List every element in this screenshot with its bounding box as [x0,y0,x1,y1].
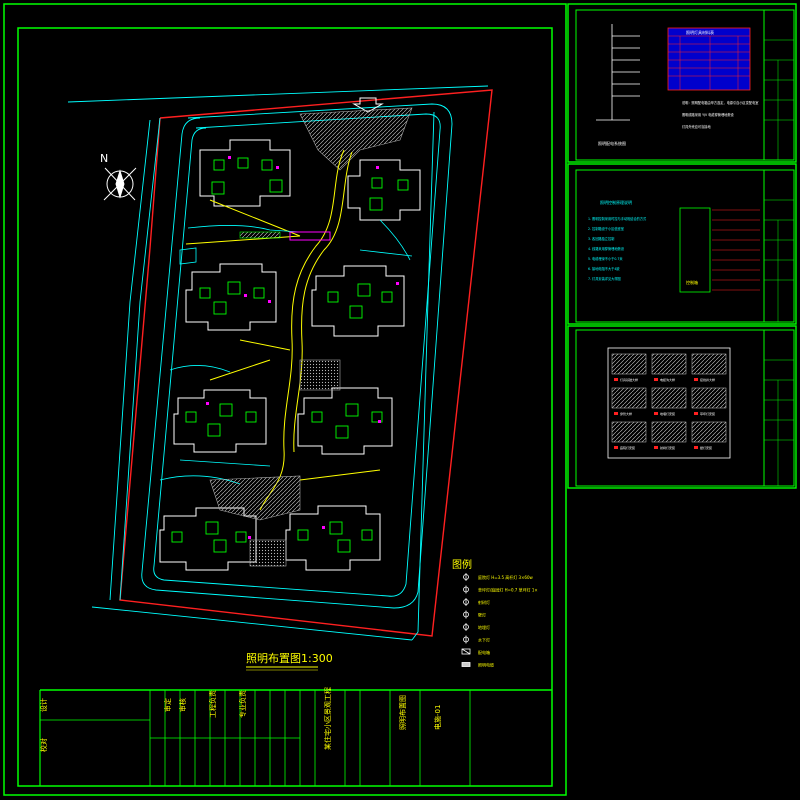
legend-item-lamp-b: 草坪灯/庭园灯 H=0.7 草坪灯 1× [463,585,538,594]
legend-title: 图例 [452,558,472,571]
legend-item-lamp-c: 射树灯 [463,598,490,606]
sheet-c: 灯具基础大样 电缆沟大样 接线井大样穿管大样 地埋灯安装 草坪灯安装庭院灯安装 射树灯安装… [567,325,797,489]
central-plaza [299,359,341,391]
sheet-b-note: 7. 灯具安装详见大样图 [588,276,621,281]
detail-label: 电缆沟大样 [660,377,675,382]
lamp-c-icon [463,598,469,606]
sheet-a-note: 说明：照明配电箱由甲方选定，电源引自小区变配电室 [682,100,759,105]
legend-item-label: 庭院灯 H=3.5 高杆灯 3×60w [478,574,534,580]
sheet-b-note: 6. 接地电阻不大于4欧 [588,266,620,271]
legend-item-lamp-a: 庭院灯 H=3.5 高杆灯 3×60w [463,573,534,581]
lower-plaza [209,475,301,521]
legend-items: 庭院灯 H=3.5 高杆灯 3×60w 草坪灯/庭园灯 H=0.7 草坪灯 1× 射… [461,573,538,668]
sheet-a: 照明配电系统图 照明灯具材料表 说明：照明配电箱由甲方选定，电源引自小区变配电室… [567,3,797,163]
detail-label: 庭院灯安装 [620,445,635,450]
lamp-b-icon [463,585,469,594]
title-block-designer: 设计 [39,698,48,712]
legend-item-label: 射树灯 [478,599,490,605]
detail-label: 穿管大样 [620,411,632,416]
lamp-e-icon [463,623,469,631]
title-block-drawing-no: 电施-01 [433,705,442,730]
svg-text:照明灯具材料表: 照明灯具材料表 [686,29,714,35]
svg-text:审核: 审核 [178,698,187,712]
svg-text:照明配电系统图: 照明配电系统图 [598,140,626,146]
detail-label: 接线井大样 [700,377,715,382]
entrance-plaza [299,107,413,171]
svg-text:审定: 审定 [163,698,172,712]
detail-drawing: 接线井大样 [691,353,727,382]
bar-icon [461,662,471,667]
legend-item-label: 照明电缆 [478,662,494,668]
sheet-b-note: 3. 各回路独立控制 [588,236,614,241]
detail-drawing: 地埋灯安装 [651,387,687,416]
legend-item-label: 水下灯 [478,637,490,643]
detail-drawing: 电缆沟大样 [651,353,687,382]
detail-drawing: 灯具基础大样 [611,353,647,382]
legend: 图例 庭院灯 H=3.5 高杆灯 3×60w 草坪灯/庭园灯 H=0.7 草坪灯 … [452,558,538,668]
detail-drawing: 射树灯安装 [651,421,687,450]
sheet-b-note: 4. 线路采用穿管埋地敷设 [588,246,625,251]
detail-label: 壁灯安装 [700,445,712,450]
detail-label: 草坪灯安装 [700,411,715,416]
lamp-a-icon [463,573,469,581]
sheet-b-note: 5. 电缆埋深不小于0.7米 [588,256,623,261]
legend-item-label: 草坪灯/庭园灯 H=0.7 草坪灯 1× [478,587,538,593]
detail-label: 地埋灯安装 [660,411,675,416]
detail-drawing: 庭院灯安装 [611,421,647,450]
svg-text:工程负责: 工程负责 [208,690,217,718]
detail-label: 灯具基础大样 [620,377,638,382]
main-sheet-border [17,27,553,787]
north-arrow-icon [103,167,137,201]
svg-text:专业负责: 专业负责 [238,690,247,718]
north-label: N [100,152,108,165]
title-block-project: 某住宅小区景观工程 [323,687,332,750]
svg-text:照明控制原理说明: 照明控制原理说明 [600,199,632,205]
legend-item-bar: 照明电缆 [461,662,494,668]
legend-item-lamp-f: 水下灯 [463,635,490,644]
lamp-f-icon [463,635,469,644]
title-block-checker: 校对 [39,738,48,752]
sheet-b-note: 1. 照明控制采用时控与手动相结合的方式 [588,216,647,221]
cad-drawing-canvas: N 照明布置图1:300 图例 庭院灯 H=3.5 高杆灯 3×60w草坪灯/庭… [3,3,797,796]
legend-item-lamp-d: 壁灯 [463,610,486,619]
box-icon [461,648,471,655]
detail-drawing: 草坪灯安装 [691,387,727,416]
sheet-a-note: 照明线路采用 YJV 电缆穿管埋地敷设 [682,112,735,117]
plan-title: 照明布置图1:300 [246,652,333,665]
sheet-a-note: 灯具外壳应可靠接地 [682,124,711,129]
legend-item-lamp-e: 地埋灯 [463,623,490,631]
landscape-features [159,219,413,485]
legend-item-label: 地埋灯 [478,624,490,630]
sheet-b: 照明控制原理说明 1. 照明控制采用时控与手动相结合的方式 2. 控制箱设于小区值… [567,163,797,325]
detail-drawing: 壁灯安装 [691,421,727,450]
legend-item-box: 配电箱 [461,648,490,655]
detail-label: 射树灯安装 [660,445,675,450]
detail-drawing: 穿管大样 [611,387,647,416]
title-block-text: 设计 校对 审定 审核 工程负责 专业负责 某住宅小区景观工程 照明布置图 电施… [39,687,442,752]
bottom-plaza [249,539,287,567]
legend-item-label: 配电箱 [478,649,490,655]
lamp-d-icon [463,610,469,619]
legend-item-label: 壁灯 [478,612,486,618]
svg-text:控制箱: 控制箱 [686,279,698,285]
sheet-b-note: 2. 控制箱设于小区值班室 [588,226,624,231]
title-block-drawing-name: 照明布置图 [398,695,407,730]
